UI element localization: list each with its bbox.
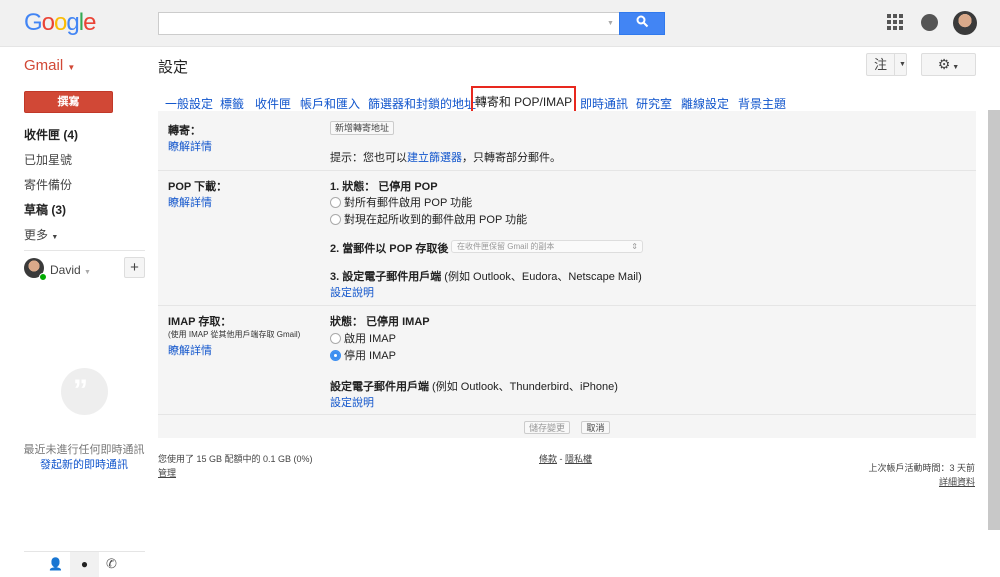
pop-option-from-now[interactable]: 對現在起所收到的郵件啟用 POP 功能 <box>330 211 527 227</box>
phone-icon[interactable]: ✆ <box>106 556 117 572</box>
imap-option-disable[interactable]: 停用 IMAP <box>330 347 396 363</box>
tab-chat[interactable]: 即時通訊 <box>580 95 628 112</box>
pop-step2-label: 2. 當郵件以 POP 存取後 <box>330 243 449 255</box>
tab-offline[interactable]: 離線設定 <box>681 95 729 112</box>
sidebar-item-drafts[interactable]: 草稿 (3) <box>24 201 66 218</box>
imap-label: IMAP 存取： <box>168 316 232 328</box>
search-options-icon[interactable]: ▼ <box>607 20 614 27</box>
forwarding-label: 轉寄： <box>168 125 201 137</box>
sidebar-item-starred[interactable]: 已加星號 <box>24 151 72 168</box>
tab-themes[interactable]: 背景主題 <box>738 95 786 112</box>
cancel-button[interactable]: 取消 <box>581 421 610 434</box>
input-tools-button[interactable]: 注 ▼ <box>866 53 907 76</box>
pop-instructions-link[interactable]: 設定說明 <box>330 284 374 300</box>
imap-client: 設定電子郵件用戶端 (例如 Outlook、Thunderbird、iPhone… <box>330 381 618 393</box>
save-changes-button[interactable]: 儲存變更 <box>524 421 570 434</box>
storage-quota: 您使用了 15 GB 配額中的 0.1 GB (0%) <box>158 454 313 464</box>
tab-general[interactable]: 一般設定 <box>165 95 213 112</box>
gear-icon: ⚙ <box>937 56 951 72</box>
radio-button[interactable] <box>330 197 341 208</box>
tab-labs[interactable]: 研究室 <box>636 95 672 112</box>
settings-button[interactable]: ⚙ ▼ <box>921 53 976 76</box>
google-logo[interactable]: Google <box>24 9 96 37</box>
hangouts-empty-text: 最近未進行任何即時通訊 <box>23 444 145 456</box>
privacy-link[interactable]: 隱私權 <box>565 454 592 464</box>
footer-links: 條款 - 隱私權 <box>539 454 593 464</box>
apps-grid-icon[interactable] <box>887 14 903 30</box>
pop-action-select[interactable]: 在收件匣保留 Gmail 的副本 ⇕ <box>451 240 643 253</box>
tab-accounts[interactable]: 帳戶和匯入 <box>300 95 360 112</box>
imap-option-enable[interactable]: 啟用 IMAP <box>330 330 396 346</box>
tab-inbox[interactable]: 收件匣 <box>255 95 291 112</box>
imap-status: 狀態： 已停用 IMAP <box>330 316 430 328</box>
radio-button[interactable] <box>330 333 341 344</box>
sidebar-item-sent[interactable]: 寄件備份 <box>24 176 72 193</box>
contacts-icon[interactable]: 👤 <box>48 557 63 571</box>
new-hangout-button[interactable]: + <box>124 257 145 278</box>
imap-learn-more-link[interactable]: 瞭解詳情 <box>168 342 212 358</box>
imap-sublabel: (使用 IMAP 從其他用戶端存取 Gmail) <box>168 330 301 339</box>
search-input[interactable] <box>158 12 620 35</box>
search-button[interactable] <box>619 12 665 35</box>
start-hangout-link[interactable]: 發起新的即時通訊 <box>0 456 168 472</box>
compose-button[interactable]: 撰寫 <box>24 91 113 113</box>
pop-option-all[interactable]: 對所有郵件啟用 POP 功能 <box>330 194 472 210</box>
manage-storage-link[interactable]: 管理 <box>158 466 176 479</box>
hangouts-icon[interactable]: ● <box>70 552 99 577</box>
radio-button-selected[interactable] <box>330 350 341 361</box>
pop-label: POP 下載： <box>168 181 228 193</box>
divider <box>158 414 976 415</box>
pop-step3: 3. 設定電子郵件用戶端 (例如 Outlook、Eudora、Netscape… <box>330 271 642 283</box>
sidebar-item-inbox[interactable]: 收件匣 (4) <box>24 126 78 143</box>
radio-button[interactable] <box>330 214 341 225</box>
tab-labels[interactable]: 標籤 <box>220 95 244 112</box>
pop-status: 1. 狀態： 已停用 POP <box>330 181 438 193</box>
sidebar-item-more[interactable]: 更多 ▼ <box>24 226 58 243</box>
create-filter-link[interactable]: 建立篩選器 <box>407 152 462 164</box>
last-activity: 上次帳戶活動時間：3 天前 <box>868 463 975 473</box>
divider <box>158 305 976 306</box>
account-avatar[interactable] <box>953 11 977 35</box>
terms-link[interactable]: 條款 <box>539 454 557 464</box>
scrollbar[interactable] <box>988 110 1000 530</box>
online-status-icon <box>39 273 47 281</box>
tab-filters[interactable]: 篩選器和封鎖的地址 <box>368 95 476 112</box>
forwarding-tip: 提示：您也可以建立篩選器，只轉寄部分郵件。 <box>330 152 561 164</box>
divider <box>24 250 145 251</box>
imap-instructions-link[interactable]: 設定說明 <box>330 394 374 410</box>
hangouts-user-menu[interactable]: David ▼ <box>50 263 91 277</box>
add-forwarding-address-button[interactable]: 新增轉寄地址 <box>330 121 394 135</box>
forwarding-learn-more-link[interactable]: 瞭解詳情 <box>168 138 212 154</box>
page-title: 設定 <box>158 59 189 76</box>
search-icon <box>636 15 648 28</box>
bell-icon[interactable] <box>921 14 938 31</box>
activity-details-link[interactable]: 詳細資料 <box>939 475 975 488</box>
gmail-menu[interactable]: Gmail ▼ <box>24 57 75 74</box>
hangouts-quote-icon: ” <box>61 368 108 415</box>
pop-learn-more-link[interactable]: 瞭解詳情 <box>168 194 212 210</box>
divider <box>158 170 976 171</box>
